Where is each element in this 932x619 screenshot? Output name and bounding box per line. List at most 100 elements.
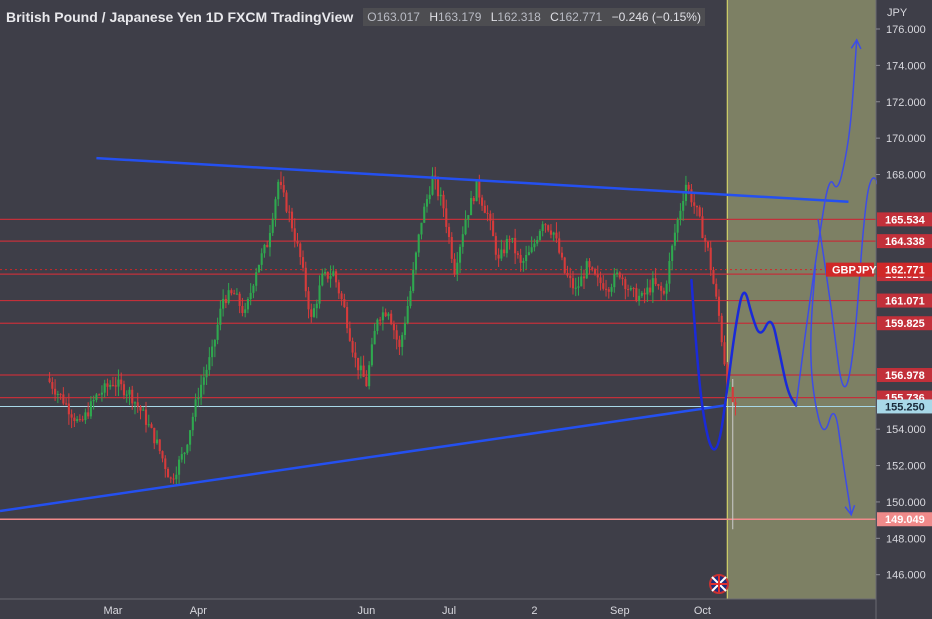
candle-up: [505, 238, 508, 254]
chart-header: British Pound / Japanese Yen 1D FXCM Tra…: [6, 6, 705, 28]
candle-down: [514, 237, 517, 254]
candle-down: [392, 324, 395, 331]
candle-down: [715, 283, 718, 297]
x-tick-label: 2: [531, 605, 537, 617]
candle-up: [255, 272, 258, 286]
candle-down: [599, 277, 602, 284]
candle-up: [252, 285, 255, 293]
candle-up: [536, 239, 539, 244]
candle-up: [84, 412, 87, 421]
candle-down: [649, 287, 652, 293]
candle-up: [117, 379, 120, 387]
candle-down: [282, 185, 285, 193]
candle-down: [508, 238, 511, 240]
candle-up: [227, 290, 230, 304]
change-value: −0.246 (−0.15%): [611, 10, 701, 24]
candle-up: [205, 369, 208, 378]
candle-up: [89, 401, 92, 417]
candle-down: [106, 383, 109, 387]
candle-down: [357, 357, 360, 371]
candle-down: [704, 237, 707, 242]
candle-up: [665, 283, 668, 294]
candle-up: [417, 234, 420, 253]
candle-down: [348, 328, 351, 341]
candle-up: [376, 319, 379, 331]
candle-down: [618, 272, 621, 278]
close-value: 162.771: [558, 10, 603, 24]
candle-up: [244, 309, 247, 313]
x-tick-label: Oct: [694, 605, 711, 617]
candle-up: [541, 224, 544, 232]
candle-down: [384, 312, 387, 317]
candle-down: [114, 385, 117, 387]
candle-down: [98, 394, 101, 396]
candle-up: [530, 247, 533, 253]
candle-up: [458, 246, 462, 263]
candle-down: [621, 277, 624, 280]
candle-up: [500, 249, 503, 259]
candle-up: [175, 474, 178, 480]
y-tick-label: 154.000: [886, 424, 926, 436]
candle-down: [390, 313, 393, 325]
ohlc-readout: O163.017 H163.179 L162.318 C162.771 −0.2…: [363, 8, 705, 26]
candle-up: [679, 210, 682, 220]
candle-down: [693, 202, 696, 206]
candle-down: [563, 257, 566, 273]
candle-up: [128, 389, 131, 395]
candle-down: [635, 288, 638, 301]
candle-up: [109, 384, 112, 387]
candle-down: [657, 284, 660, 286]
candle-down: [445, 208, 448, 227]
candle-down: [120, 379, 123, 385]
candle-up: [183, 452, 186, 455]
candle-down: [593, 269, 597, 275]
candle-down: [136, 402, 139, 407]
candle-up: [439, 194, 442, 197]
candle-down: [78, 419, 81, 421]
candle-up: [406, 305, 409, 324]
symbol-title: British Pound / Japanese Yen 1D FXCM Tra…: [6, 9, 354, 25]
candle-up: [423, 206, 426, 223]
y-tick-label: 150.000: [886, 497, 926, 509]
high-label: H: [429, 10, 438, 24]
candle-down: [481, 197, 484, 206]
candle-up: [92, 399, 95, 402]
candle-up: [213, 339, 216, 347]
candle-down: [698, 207, 701, 217]
candle-down: [450, 237, 453, 259]
candle-up: [461, 234, 464, 247]
candle-up: [274, 199, 277, 219]
candle-down: [395, 330, 398, 340]
candle-down: [288, 211, 291, 213]
candle-down: [285, 192, 288, 212]
candle-up: [208, 357, 211, 370]
candle-up: [368, 365, 371, 387]
candle-up: [142, 409, 145, 411]
candle-up: [668, 260, 671, 284]
candle-down: [158, 439, 161, 452]
candle-up: [640, 292, 643, 296]
candle-down: [299, 243, 302, 258]
candle-down: [516, 253, 519, 255]
price-chart[interactable]: JPY 176.000 174.000 172.000 170.000 168.000 1…: [0, 0, 932, 619]
candle-down: [296, 240, 299, 244]
candle-down: [81, 419, 84, 421]
candle-up: [263, 244, 266, 254]
candle-down: [654, 278, 657, 285]
high-value: 163.179: [438, 10, 482, 24]
candle-up: [470, 198, 473, 216]
candle-up: [103, 383, 106, 393]
candle-up: [552, 232, 555, 235]
candle-down: [54, 388, 57, 395]
candle-down: [172, 478, 175, 480]
candle-down: [351, 340, 354, 353]
uk-flag-icon[interactable]: [709, 574, 729, 594]
candle-down: [497, 254, 500, 259]
candle-down: [453, 258, 456, 275]
candle-down: [643, 292, 646, 295]
candle-down: [701, 216, 704, 238]
close-label: C: [550, 10, 559, 24]
candle-up: [412, 269, 415, 291]
candle-up: [401, 335, 404, 347]
candle-down: [87, 412, 90, 417]
